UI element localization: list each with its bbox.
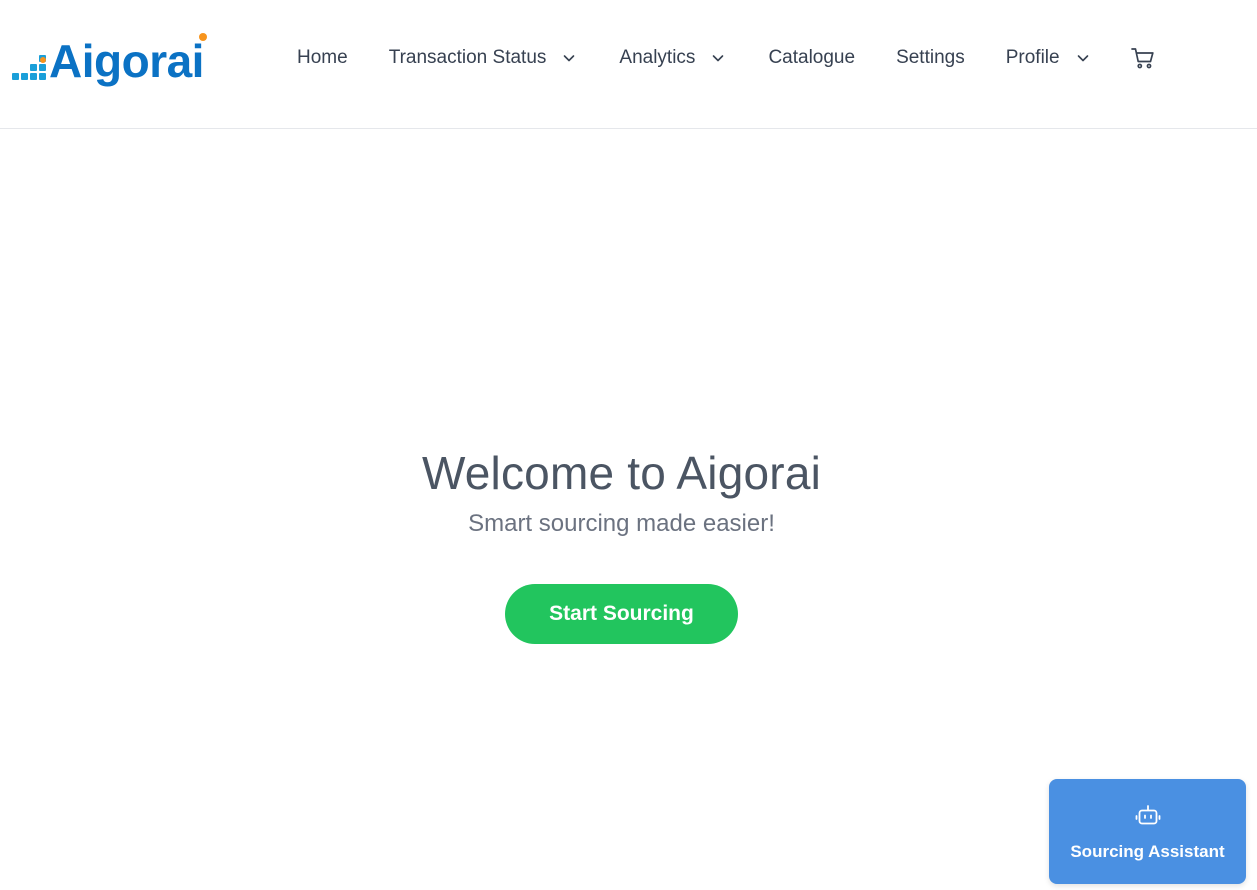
nav-analytics[interactable]: Analytics — [619, 47, 725, 69]
start-sourcing-button[interactable]: Start Sourcing — [505, 584, 738, 644]
nav-home[interactable]: Home — [297, 47, 348, 69]
nav-catalogue[interactable]: Catalogue — [768, 47, 855, 69]
nav-profile[interactable]: Profile — [1006, 47, 1090, 69]
brand-logo[interactable]: Aigorai — [12, 28, 207, 84]
nav-analytics-label: Analytics — [619, 47, 696, 68]
nav-profile-label: Profile — [1005, 47, 1060, 68]
hero-title: Welcome to Aigorai — [421, 447, 822, 499]
sourcing-assistant-button[interactable]: Sourcing Assistant — [1049, 779, 1246, 884]
chevron-down-icon — [713, 55, 724, 62]
top-navbar: Aigorai Home Transaction Status Analytic… — [0, 0, 1257, 129]
chevron-down-icon — [1077, 55, 1088, 62]
robot-icon — [1135, 804, 1160, 824]
hero-subtitle: Smart sourcing made easier! — [468, 510, 775, 537]
brand-dot-icon — [199, 33, 207, 41]
nav-transaction-status[interactable]: Transaction Status — [389, 47, 577, 69]
brand-name: Aigorai — [49, 35, 204, 87]
nav-catalogue-label: Catalogue — [768, 47, 856, 68]
sourcing-assistant-label: Sourcing Assistant — [1070, 841, 1225, 861]
logo-mark-icon — [12, 40, 48, 80]
nav-settings-label: Settings — [896, 47, 965, 68]
nav-transaction-status-label: Transaction Status — [388, 47, 547, 68]
nav-home-label: Home — [297, 47, 348, 68]
page: Aigorai Home Transaction Status Analytic… — [0, 0, 1257, 890]
cart-icon[interactable] — [1130, 45, 1156, 71]
chevron-down-icon — [564, 55, 575, 62]
nav-settings[interactable]: Settings — [896, 47, 965, 69]
hero-section: Welcome to Aigorai Smart sourcing made e… — [0, 445, 1243, 539]
main-nav: Home Transaction Status Analytics Catalo… — [297, 44, 1156, 72]
